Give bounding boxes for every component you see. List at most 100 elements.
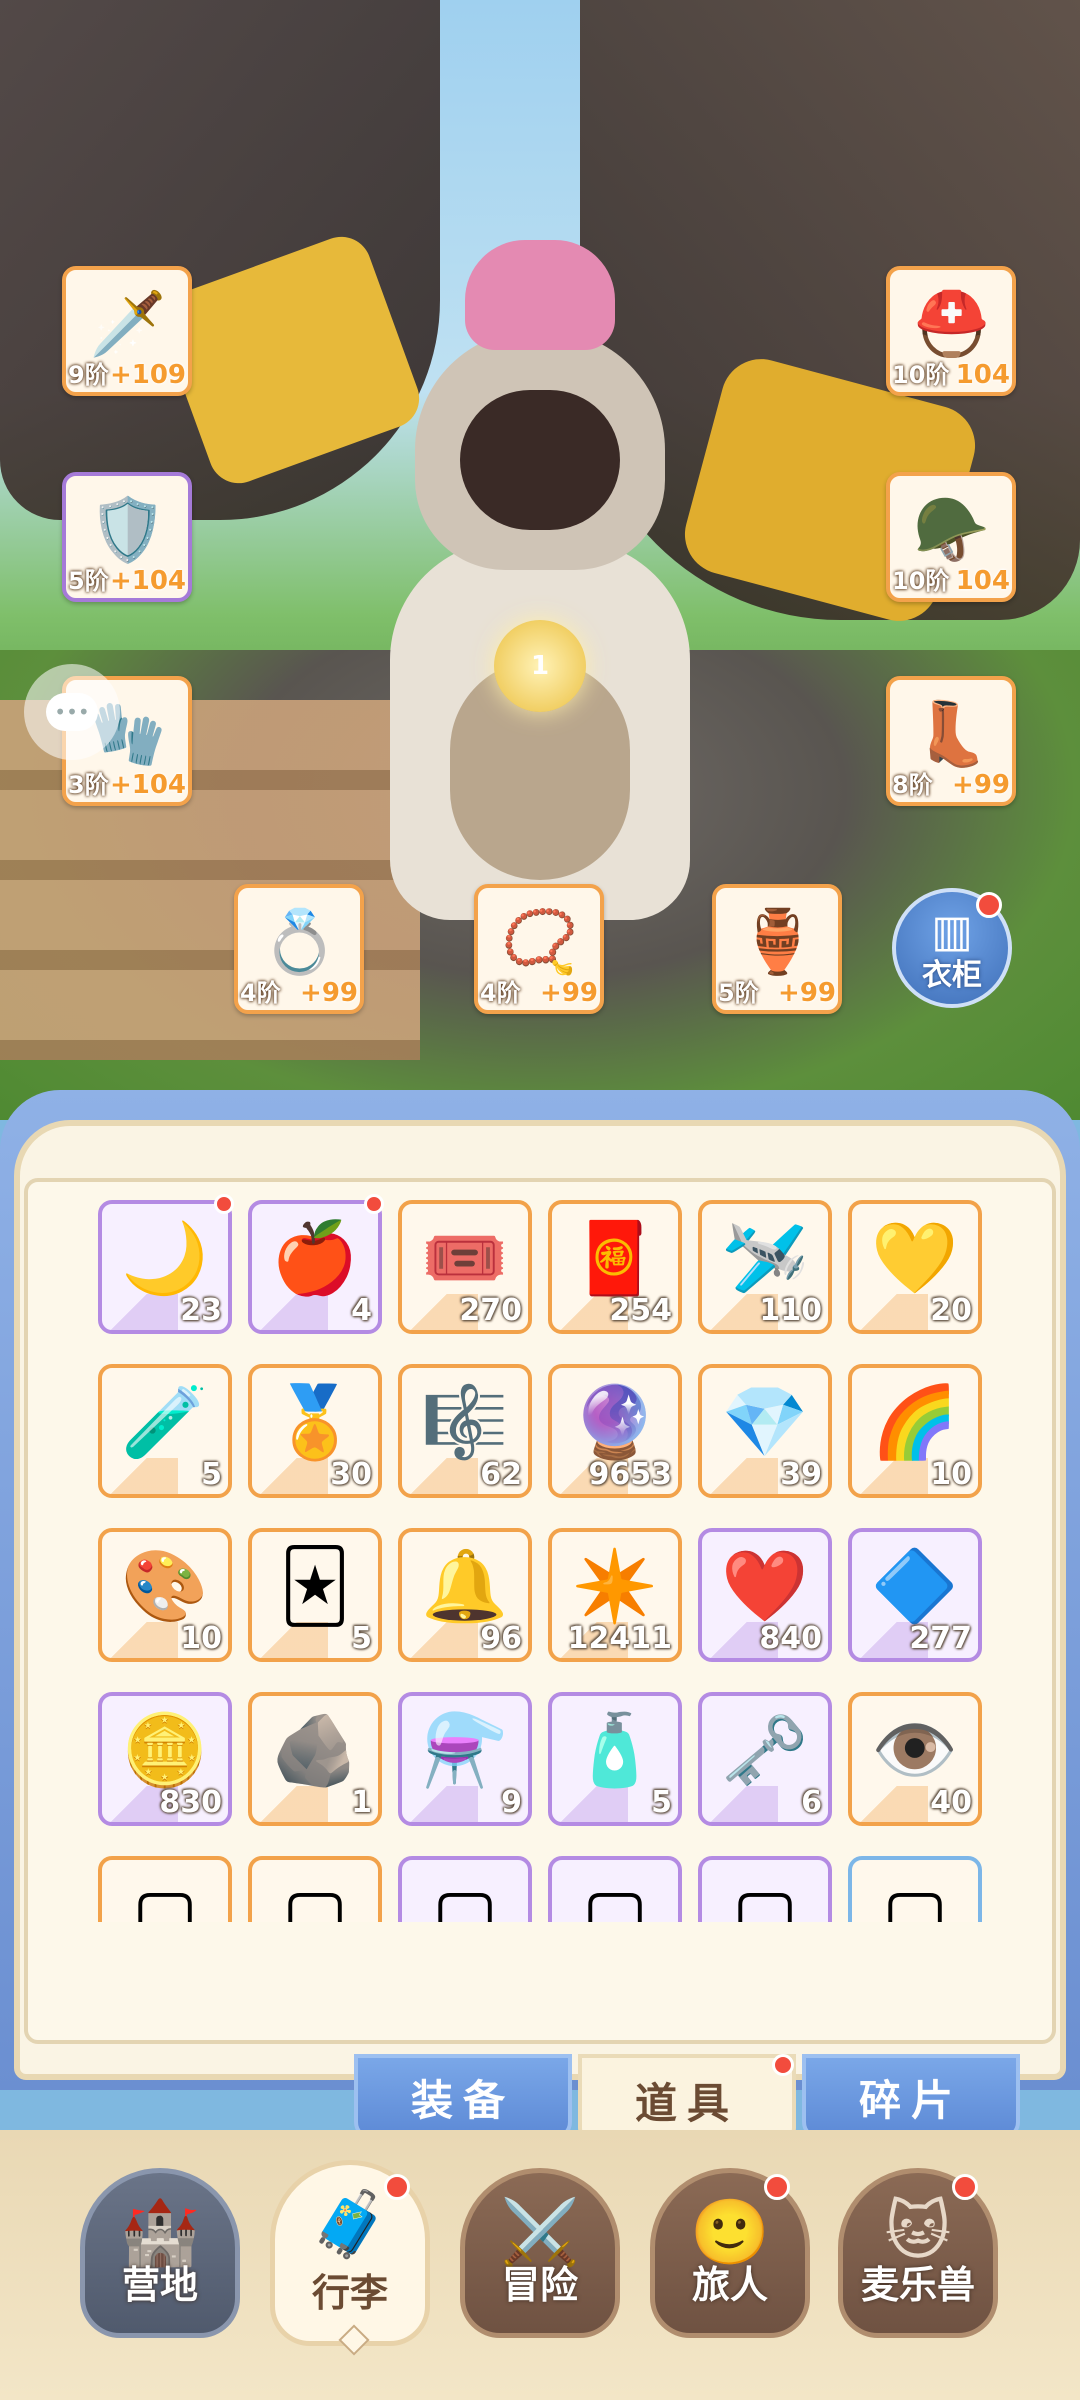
inventory-item[interactable]: ▢ [848,1856,982,1922]
item-count: 10 [180,1621,222,1656]
sheep-face [460,390,620,530]
inventory-item[interactable]: 🧪 5 [98,1364,232,1498]
level-marker[interactable]: 1 [494,620,586,712]
inventory-item[interactable]: 🌙 23 [98,1200,232,1334]
equip-tier: 5阶 [718,979,759,1007]
equip-tier: 9阶 [68,361,109,389]
inventory-item[interactable]: 🪙 830 [98,1692,232,1826]
nav-camp[interactable]: 🏰 营地 [80,2168,240,2338]
inventory-item[interactable]: 🏅 30 [248,1364,382,1498]
inventory-item[interactable]: 🎟️ 270 [398,1200,532,1334]
card-icon: 🃏 [279,1545,351,1627]
inventory-item[interactable]: ▢ [398,1856,532,1922]
equip-slot-ring[interactable]: 💍 4阶 +99 [234,884,364,1014]
chestplate-icon: 🛡️ [89,493,167,566]
paper-plane-icon: 🛩️ [721,1217,809,1299]
equip-level: +99 [540,978,598,1008]
inventory-item[interactable]: ✴️ 12411 [548,1528,682,1662]
inventory-item[interactable]: 🛩️ 110 [698,1200,832,1334]
nav-label: 麦乐兽 [860,2263,975,2307]
tab-fragments[interactable]: 碎片 [802,2054,1020,2140]
inventory-item[interactable]: 🗝️ 6 [698,1692,832,1826]
inventory-item[interactable]: 🔷 277 [848,1528,982,1662]
ring-icon: 💍 [261,905,339,978]
necklace-icon: 📿 [501,905,579,978]
character-hair [465,240,615,350]
nav-adventure[interactable]: ⚔️ 冒险 [460,2168,620,2338]
partial-item-icon: ▢ [581,1873,649,1922]
inventory-item[interactable]: ▢ [698,1856,832,1922]
equip-level: +104 [109,566,186,596]
equip-slot-headgear[interactable]: 🪖 10阶 104 [886,472,1016,602]
partial-item-icon: ▢ [131,1873,199,1922]
notification-dot [772,2054,794,2076]
orb-icon: 🔮 [571,1381,659,1463]
chat-button[interactable]: ••• [24,664,120,760]
inventory-item[interactable]: ⚗️ 9 [398,1692,532,1826]
equip-tier: 5阶 [68,567,109,595]
inventory-item[interactable]: 🌈 10 [848,1364,982,1498]
item-count: 270 [459,1293,522,1328]
inventory-item[interactable]: ▢ [98,1856,232,1922]
item-count: 5 [651,1785,672,1820]
inventory-item[interactable]: 🔔 96 [398,1528,532,1662]
inventory-item[interactable]: 🎼 62 [398,1364,532,1498]
inventory-item[interactable]: 🎨 10 [98,1528,232,1662]
inventory-item[interactable]: 🧧 254 [548,1200,682,1334]
inventory-item[interactable]: ▢ [548,1856,682,1922]
inventory-item[interactable]: 🍎 4 [248,1200,382,1334]
equip-level: 104 [955,566,1010,596]
inventory-item[interactable]: 💎 39 [698,1364,832,1498]
star-crystal-icon: ✴️ [571,1545,659,1627]
inventory-item[interactable]: 👁️ 40 [848,1692,982,1826]
equip-slot-helmet[interactable]: ⛑️ 10阶 104 [886,266,1016,396]
equip-level: +104 [109,770,186,800]
inventory-item[interactable]: ❤️ 840 [698,1528,832,1662]
equip-slot-weapon[interactable]: 🗡️ 9阶 +109 [62,266,192,396]
equip-slot-necklace[interactable]: 📿 4阶 +99 [474,884,604,1014]
tab-equipment[interactable]: 装备 [354,2054,572,2140]
notification-dot [384,2174,410,2200]
ticket-icon: 🎟️ [421,1217,509,1299]
player-character[interactable]: 1 [360,240,720,940]
moon-scroll-icon: 🌙 [121,1217,209,1299]
notification-dot [214,1194,234,1214]
item-count: 40 [930,1785,972,1820]
equip-tier: 10阶 [892,567,950,595]
inventory-item[interactable]: 💛 20 [848,1200,982,1334]
equip-slot-charm[interactable]: 🏺 5阶 +99 [712,884,842,1014]
wardrobe-label: 衣柜 [922,958,982,993]
boots-icon: 👢 [913,697,991,770]
purple-gem-icon: 🔷 [871,1545,959,1627]
eye-card-icon: 👁️ [871,1709,959,1791]
equip-level: +99 [300,978,358,1008]
notification-dot [364,1194,384,1214]
gold-gem-icon: 💛 [871,1217,959,1299]
inventory-scroll-area[interactable]: 🌙 23 🍎 4 🎟️ 270 🧧 254 🛩️ 110 💛 20 🧪 5 🏅 30 🎼 62 🔮 9653 💎 39 🌈 1… [28,1182,1052,1922]
chat-bubble-icon: ••• [46,693,98,731]
blue-flask-icon: ⚗️ [421,1709,509,1791]
item-count: 830 [159,1785,222,1820]
inventory-item[interactable]: 🔮 9653 [548,1364,682,1498]
inventory-item[interactable]: ▢ [248,1856,382,1922]
equip-tier: 8阶 [892,771,933,799]
rainbow-tube-icon: 🌈 [871,1381,959,1463]
item-count: 30 [330,1457,372,1492]
item-count: 9 [501,1785,522,1820]
heart-icon: ❤️ [721,1545,809,1627]
partial-item-icon: ▢ [881,1873,949,1922]
inventory-grid[interactable]: 🌙 23 🍎 4 🎟️ 270 🧧 254 🛩️ 110 💛 20 🧪 5 🏅 30 🎼 62 🔮 9653 💎 39 🌈 1… [24,1178,1056,2044]
inventory-item[interactable]: 🃏 5 [248,1528,382,1662]
equip-slot-boots[interactable]: 👢 8阶 +99 [886,676,1016,806]
blue-potion-icon: 🧪 [121,1381,209,1463]
inventory-item[interactable]: 🪨 1 [248,1692,382,1826]
equip-tier: 3阶 [68,771,109,799]
nav-label: 行李 [311,2271,388,2315]
partial-item-icon: ▢ [731,1873,799,1922]
equip-slot-armor[interactable]: 🛡️ 5阶 +104 [62,472,192,602]
item-count: 110 [759,1293,822,1328]
item-count: 96 [480,1621,522,1656]
inventory-item[interactable]: 🧴 5 [548,1692,682,1826]
equip-level: +99 [952,770,1010,800]
equip-tier: 4阶 [240,979,281,1007]
